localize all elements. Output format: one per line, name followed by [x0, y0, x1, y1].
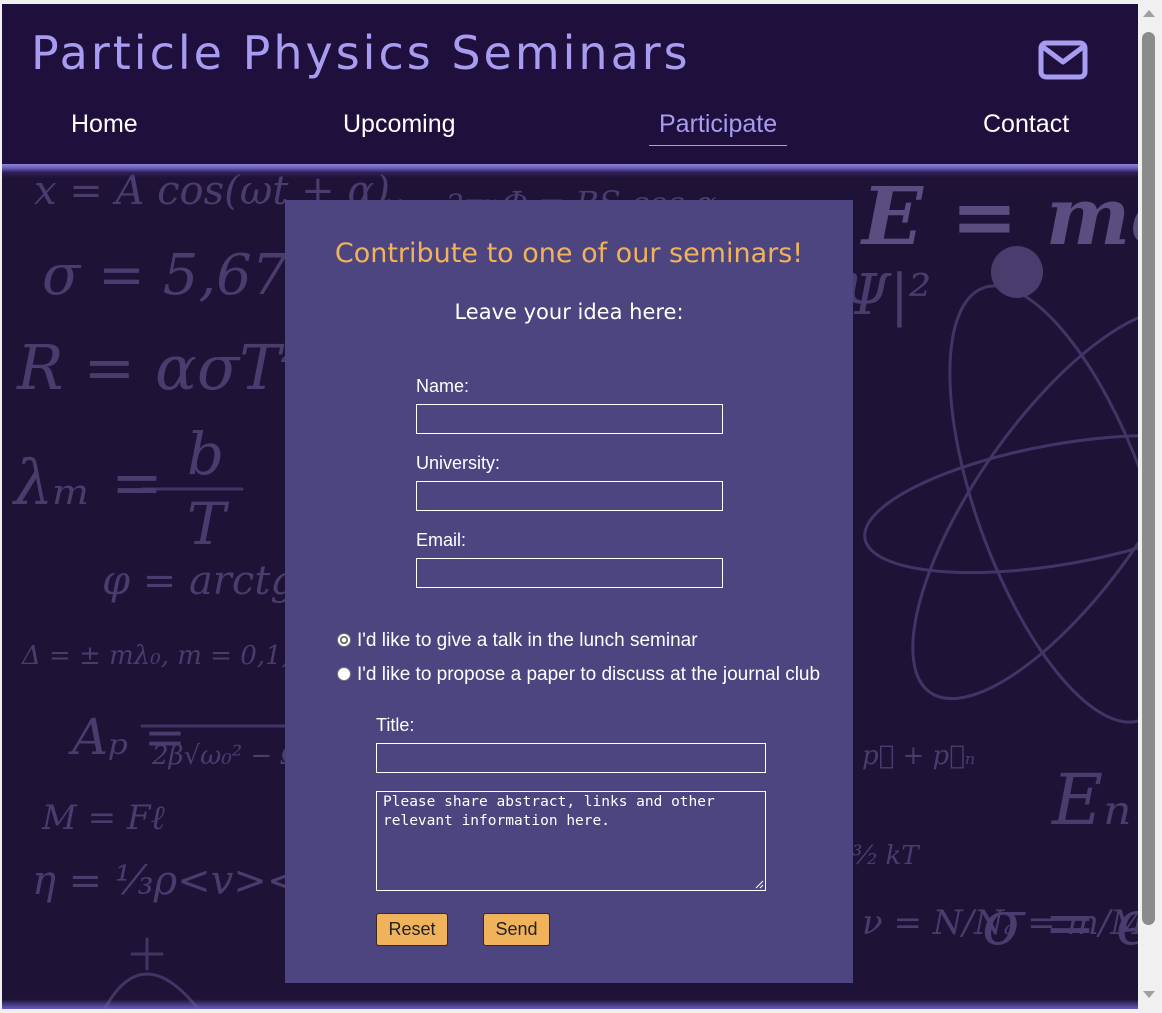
resize-grip-icon[interactable]: [755, 880, 764, 889]
form-subtitle: Leave your idea here:: [454, 300, 684, 324]
email-label: Email:: [416, 530, 467, 550]
page-viewport: Particle Physics Seminars Home Upcoming …: [2, 4, 1138, 1009]
svg-text:E = mc²: E = mc²: [860, 174, 1138, 263]
browser-window: Particle Physics Seminars Home Upcoming …: [0, 0, 1162, 1013]
title-input[interactable]: [376, 743, 766, 773]
svg-text:Eₙ: Eₙ: [1050, 759, 1131, 841]
scroll-down-arrow-icon[interactable]: [1143, 991, 1155, 998]
main-nav: Home Upcoming Participate Contact: [2, 104, 1138, 154]
journal-club-radio[interactable]: [337, 667, 351, 681]
send-button[interactable]: Send: [483, 913, 550, 946]
nav-item-home[interactable]: Home: [61, 108, 148, 145]
svg-text:R = ασT⁴: R = ασT⁴: [16, 331, 305, 404]
title-label: Title:: [376, 715, 415, 735]
lunch-seminar-label[interactable]: I'd like to give a talk in the lunch sem…: [357, 630, 698, 652]
scroll-up-arrow-icon[interactable]: [1143, 10, 1155, 17]
scrollbar-thumb[interactable]: [1142, 32, 1155, 925]
envelope-icon[interactable]: [1038, 40, 1088, 80]
journal-club-label[interactable]: I'd like to propose a paper to discuss a…: [357, 664, 820, 686]
svg-text:T: T: [187, 490, 230, 558]
lunch-seminar-radio[interactable]: [337, 633, 351, 647]
reset-button[interactable]: Reset: [376, 913, 448, 946]
vertical-scrollbar[interactable]: [1138, 4, 1160, 1009]
header-glow-divider: [2, 164, 1138, 178]
form-title: Contribute to one of our seminars!: [334, 238, 804, 269]
nav-item-upcoming[interactable]: Upcoming: [333, 108, 466, 145]
university-label: University:: [416, 453, 501, 473]
contribution-form: Contribute to one of our seminars! Leave…: [285, 200, 853, 983]
svg-text:λₘ =: λₘ =: [11, 446, 163, 519]
svg-text:p⃗ + p⃗ₙ: p⃗ + p⃗ₙ: [862, 741, 975, 771]
nav-item-participate[interactable]: Participate: [649, 108, 788, 146]
name-label: Name:: [416, 376, 470, 396]
svg-text:b: b: [187, 420, 224, 488]
name-input[interactable]: [416, 404, 723, 434]
site-header: Particle Physics Seminars Home Upcoming …: [2, 4, 1138, 167]
details-textarea[interactable]: [376, 791, 766, 891]
university-input[interactable]: [416, 481, 723, 511]
email-input[interactable]: [416, 558, 723, 588]
footer-glow-divider: [2, 999, 1138, 1009]
nav-item-contact[interactable]: Contact: [973, 108, 1079, 145]
svg-text:σ = 5,67: σ = 5,67: [42, 243, 288, 308]
svg-text:M = Fℓ: M = Fℓ: [41, 798, 165, 838]
svg-text:φ = arctg: φ = arctg: [102, 558, 296, 604]
svg-text:σ = e: σ = e: [982, 886, 1138, 959]
site-title: Particle Physics Seminars: [31, 26, 691, 80]
